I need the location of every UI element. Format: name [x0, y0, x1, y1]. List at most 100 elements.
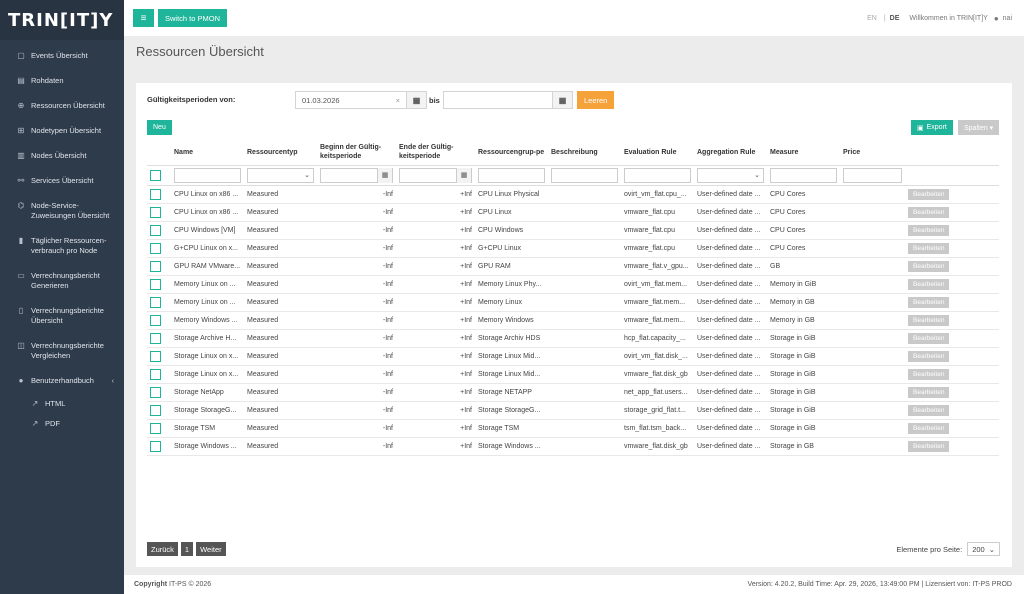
header-beschreibung[interactable]: Beschreibung	[548, 140, 621, 166]
sidebar-item-services[interactable]: ⚯ Services Übersicht	[0, 169, 124, 194]
row-checkbox[interactable]	[150, 188, 161, 200]
price-filter-input[interactable]	[843, 167, 902, 183]
sidebar-item-label: Nodes Übersicht	[31, 151, 87, 160]
cell-name: CPU Linux on x86 ...	[171, 203, 244, 222]
header-price[interactable]: Price	[840, 140, 905, 166]
edit-button[interactable]: Bearbeiten	[908, 260, 950, 272]
row-checkbox[interactable]	[150, 386, 161, 398]
row-checkbox[interactable]	[150, 332, 161, 344]
calendar-from-button[interactable]: ▦	[407, 91, 427, 109]
edit-button[interactable]: Bearbeiten	[908, 188, 950, 200]
prev-page-button[interactable]: Zurück	[147, 542, 178, 556]
brand-logo[interactable]: TRIN[IT]Y	[0, 0, 124, 40]
username[interactable]: nai	[1003, 15, 1012, 22]
new-button[interactable]: Neu	[147, 120, 172, 135]
cell-aggregation-rule: User-defined date ...	[694, 293, 767, 312]
menu-toggle-button[interactable]: ≡	[133, 9, 154, 27]
row-checkbox[interactable]	[150, 404, 161, 416]
edit-button[interactable]: Bearbeiten	[908, 422, 950, 434]
sidebar-item-events[interactable]: ▢ Events Übersicht	[0, 44, 124, 69]
table-row: CPU Linux on x86 ... Measured -Inf +Inf CPU …	[147, 203, 999, 222]
date-to-field[interactable]	[443, 91, 553, 109]
row-checkbox[interactable]	[150, 440, 161, 452]
lang-de[interactable]: DE	[890, 15, 900, 22]
header-measure[interactable]: Measure	[767, 140, 840, 166]
edit-button[interactable]: Bearbeiten	[908, 278, 950, 290]
clear-button[interactable]: Leeren	[577, 91, 615, 109]
sidebar-item-nodes[interactable]: ▥ Nodes Übersicht	[0, 144, 124, 169]
row-checkbox[interactable]	[150, 278, 161, 290]
calendar-icon[interactable]: ▦	[456, 167, 471, 183]
header-evaluation-rule[interactable]: Evaluation Rule	[621, 140, 694, 166]
edit-button[interactable]: Bearbeiten	[908, 404, 950, 416]
cell-beschreibung	[548, 293, 621, 312]
edit-button[interactable]: Bearbeiten	[908, 386, 950, 398]
header-ressourcengruppe[interactable]: Ressourcengrup-pe	[475, 140, 548, 166]
sidebar-item-node-service[interactable]: ⌬ Node-Service-Zuweisungen Übersicht	[0, 194, 124, 229]
edit-button[interactable]: Bearbeiten	[908, 314, 950, 326]
row-checkbox[interactable]	[150, 296, 161, 308]
calendar-icon[interactable]: ▦	[377, 167, 392, 183]
cell-ressourcentyp: Measured	[244, 311, 317, 330]
edit-button[interactable]: Bearbeiten	[908, 242, 950, 254]
row-checkbox[interactable]	[150, 422, 161, 434]
header-ende[interactable]: Ende der Gültig-keitsperiode	[396, 140, 475, 166]
export-button[interactable]: ▣ Export	[911, 120, 953, 135]
edit-button[interactable]: Bearbeiten	[908, 368, 950, 380]
evaluation-filter-input[interactable]	[624, 167, 691, 183]
ressourcentyp-filter-select[interactable]: ⌄	[247, 167, 314, 183]
sidebar-item-nodetypen[interactable]: ⊞ Nodetypen Übersicht	[0, 119, 124, 144]
sidebar-item-berichte-uebersicht[interactable]: ▯ Verrechnungsberichte Übersicht	[0, 299, 124, 334]
sidebar-item-bericht-generieren[interactable]: ▭ Verrechnungsbericht Generieren	[0, 264, 124, 299]
aggregation-filter-select[interactable]: ⌄	[697, 167, 764, 183]
header-beginn[interactable]: Beginn der Gültig-keitsperiode	[317, 140, 396, 166]
row-checkbox[interactable]	[150, 206, 161, 218]
name-filter-input[interactable]	[174, 167, 241, 183]
edit-button[interactable]: Bearbeiten	[908, 224, 950, 236]
calendar-to-button[interactable]: ▦	[553, 91, 573, 109]
beginn-filter-input[interactable]: ▦	[320, 167, 393, 183]
sidebar-item-label: Services Übersicht	[31, 176, 94, 185]
cell-measure: Storage in GiB	[767, 383, 840, 402]
edit-button[interactable]: Bearbeiten	[908, 332, 950, 344]
select-all-checkbox[interactable]	[150, 169, 161, 181]
row-checkbox[interactable]	[150, 224, 161, 236]
cell-beschreibung	[548, 239, 621, 258]
measure-filter-input[interactable]	[770, 167, 837, 183]
cell-beginn: -Inf	[317, 185, 396, 204]
edit-button[interactable]: Bearbeiten	[908, 206, 950, 218]
filter-cell: ⌄	[694, 165, 767, 186]
beschreibung-filter-input[interactable]	[551, 167, 618, 183]
header-ressourcentyp[interactable]: Ressourcentyp	[244, 140, 317, 166]
clear-date-icon[interactable]: ×	[396, 96, 400, 105]
page-1-button[interactable]: 1	[180, 542, 194, 556]
sidebar-item-taeglicher-verbrauch[interactable]: ▮ Täglicher Ressourcen-verbrauch pro Node	[0, 229, 124, 264]
row-checkbox[interactable]	[150, 368, 161, 380]
columns-button[interactable]: Spalten ▾	[958, 120, 1000, 135]
header-aggregation-rule[interactable]: Aggregation Rule	[694, 140, 767, 166]
sidebar-item-html[interactable]: ↗ HTML	[0, 394, 124, 414]
sidebar-item-ressourcen[interactable]: ⊕ Ressourcen Übersicht	[0, 94, 124, 119]
row-checkbox[interactable]	[150, 260, 161, 272]
date-from-field[interactable]: 01.03.2026 ×	[295, 91, 407, 109]
edit-button[interactable]: Bearbeiten	[908, 296, 950, 308]
row-action-cell: Bearbeiten	[905, 419, 999, 438]
switch-pmon-button[interactable]: Switch to PMON	[158, 9, 228, 27]
lang-en[interactable]: EN	[867, 15, 877, 22]
row-checkbox[interactable]	[150, 350, 161, 362]
ressourcengruppe-filter-input[interactable]	[478, 167, 545, 183]
ende-filter-input[interactable]: ▦	[399, 167, 472, 183]
row-checkbox[interactable]	[150, 242, 161, 254]
sidebar-item-berichte-vergleichen[interactable]: ◫ Verrechnungsberichte Vergleichen	[0, 334, 124, 369]
per-page-select[interactable]: 200 ⌄	[967, 542, 1000, 556]
row-checkbox[interactable]	[150, 314, 161, 326]
cell-ende: +Inf	[396, 437, 475, 456]
next-page-button[interactable]: Weiter	[196, 542, 226, 556]
header-name[interactable]: Name	[171, 140, 244, 166]
cell-ressourcentyp: Measured	[244, 347, 317, 366]
sidebar-item-pdf[interactable]: ↗ PDF	[0, 414, 124, 434]
sidebar-item-benutzerhandbuch[interactable]: ● Benutzerhandbuch ‹	[0, 369, 124, 394]
edit-button[interactable]: Bearbeiten	[908, 350, 950, 362]
sidebar-item-rohdaten[interactable]: ▤ Rohdaten	[0, 69, 124, 94]
edit-button[interactable]: Bearbeiten	[908, 440, 950, 452]
